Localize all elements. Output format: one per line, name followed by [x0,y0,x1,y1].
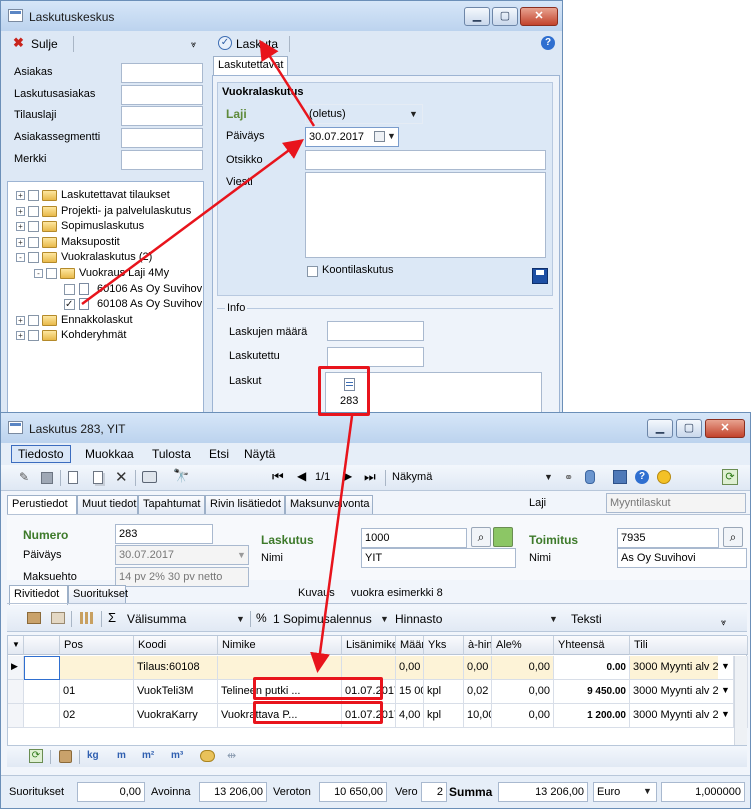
arrow-to-date [81,139,305,306]
arrow-to-rows [310,415,354,673]
annotation-arrows [81,39,354,673]
arrow-to-invoice-button [259,39,316,127]
